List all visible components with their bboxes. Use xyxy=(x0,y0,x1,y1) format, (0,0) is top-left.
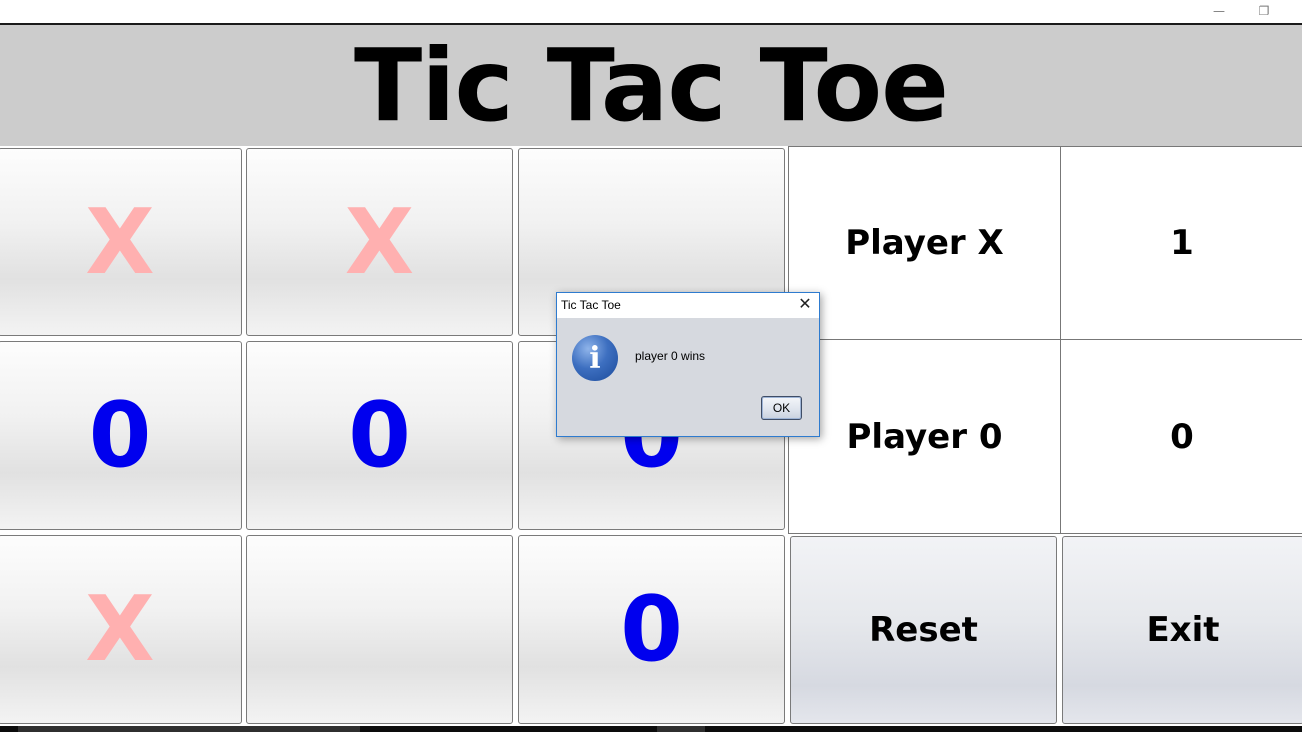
dialog-title: Tic Tac Toe xyxy=(561,298,621,312)
info-icon: i xyxy=(572,335,618,381)
board-cell-7[interactable]: X xyxy=(0,535,242,724)
close-icon[interactable]: ✕ xyxy=(795,295,815,315)
cell-mark: 0 xyxy=(620,577,683,682)
window-title-bar: — ❐ xyxy=(0,0,1302,25)
player-o-label: Player 0 xyxy=(788,339,1061,534)
cell-mark: X xyxy=(344,189,415,295)
board-cell-2[interactable]: X xyxy=(246,148,513,336)
exit-button[interactable]: Exit xyxy=(1062,536,1302,724)
board-cell-1[interactable]: X xyxy=(0,148,242,336)
player-o-label-text: Player 0 xyxy=(846,416,1003,457)
restore-icon[interactable]: ❐ xyxy=(1249,2,1279,20)
taskbar-segment xyxy=(657,726,705,732)
board-cell-4[interactable]: 0 xyxy=(0,341,242,530)
minimize-icon[interactable]: — xyxy=(1204,2,1234,20)
reset-button[interactable]: Reset xyxy=(790,536,1057,724)
cell-mark: 0 xyxy=(348,383,411,488)
player-x-label-text: Player X xyxy=(845,223,1004,263)
page-title: Tic Tac Toe xyxy=(354,27,949,144)
player-o-score-text: 0 xyxy=(1170,416,1194,457)
board-cell-9[interactable]: 0 xyxy=(518,535,785,724)
taskbar-segment xyxy=(18,726,360,732)
title-banner: Tic Tac Toe xyxy=(0,25,1302,146)
player-x-score: 1 xyxy=(1060,146,1302,340)
board-cell-8[interactable] xyxy=(246,535,513,724)
board-cell-5[interactable]: 0 xyxy=(246,341,513,530)
ok-button[interactable]: OK xyxy=(761,396,802,420)
cell-mark: X xyxy=(85,577,155,682)
dialog-message: player 0 wins xyxy=(635,349,706,363)
ok-button-label: OK xyxy=(772,401,791,415)
player-o-score: 0 xyxy=(1060,339,1302,534)
cell-mark: 0 xyxy=(88,383,152,488)
message-dialog: Tic Tac Toe ✕ i player 0 wins OK xyxy=(556,292,820,437)
player-x-label: Player X xyxy=(788,146,1061,340)
dialog-title-bar[interactable]: Tic Tac Toe ✕ xyxy=(557,293,819,318)
player-x-score-text: 1 xyxy=(1170,223,1194,263)
exit-button-label: Exit xyxy=(1146,610,1220,650)
reset-button-label: Reset xyxy=(869,610,978,650)
cell-mark: X xyxy=(85,189,155,295)
